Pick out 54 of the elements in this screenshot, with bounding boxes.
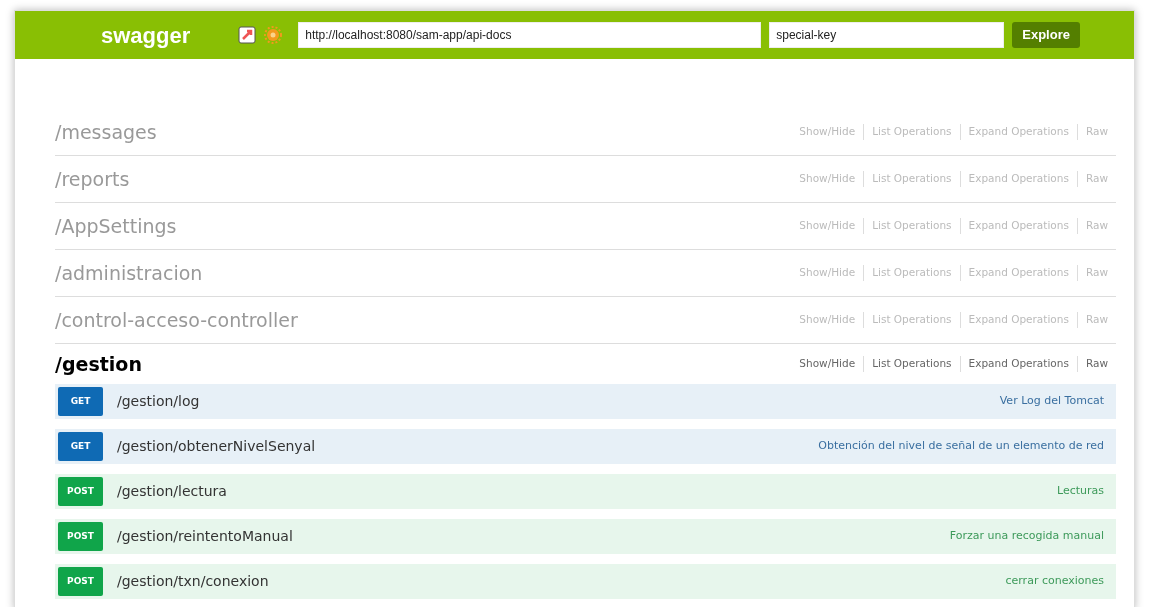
resource-link[interactable]: List Operations bbox=[863, 356, 960, 372]
resource-link[interactable]: Raw bbox=[1076, 356, 1116, 372]
resource-link[interactable]: List Operations bbox=[863, 171, 960, 187]
resource-link[interactable]: Show/Hide bbox=[791, 124, 864, 140]
operation-summary[interactable]: cerrar conexiones bbox=[1005, 573, 1104, 590]
operation-row[interactable]: GET /gestion/log Ver Log del Tomcat bbox=[55, 384, 1116, 419]
operation-path[interactable]: /gestion/log bbox=[117, 391, 200, 412]
resource-link[interactable]: Expand Operations bbox=[959, 312, 1077, 328]
operation-row[interactable]: POST /gestion/reintentoManual Forzar una recogida manual bbox=[55, 519, 1116, 554]
resource-link[interactable]: Expand Operations bbox=[959, 356, 1077, 372]
method-button[interactable]: POST bbox=[58, 522, 103, 551]
resource-link[interactable]: Expand Operations bbox=[959, 218, 1077, 234]
operation-path[interactable]: /gestion/txn/conexion bbox=[117, 571, 269, 592]
resource-heading[interactable]: /messages bbox=[55, 117, 157, 147]
resource-heading[interactable]: /reports bbox=[55, 164, 130, 194]
operation-path[interactable]: /gestion/lectura bbox=[117, 481, 227, 502]
operation-summary[interactable]: Obtención del nivel de señal de un elemento de red bbox=[818, 438, 1104, 455]
resource-heading[interactable]: /control-acceso-controller bbox=[55, 305, 298, 335]
resource-link[interactable]: Show/Hide bbox=[791, 171, 864, 187]
method-button[interactable]: POST bbox=[58, 567, 103, 596]
explore-button[interactable]: Explore bbox=[1012, 22, 1080, 48]
operation-summary[interactable]: Forzar una recogida manual bbox=[949, 528, 1104, 545]
resource-heading[interactable]: /AppSettings bbox=[55, 211, 177, 241]
method-button[interactable]: POST bbox=[58, 477, 103, 506]
method-button[interactable]: GET bbox=[58, 387, 103, 416]
resource-link[interactable]: Raw bbox=[1076, 171, 1116, 187]
resource-link[interactable]: Raw bbox=[1076, 312, 1116, 328]
resource-heading[interactable]: /administracion bbox=[55, 258, 203, 288]
resource-link[interactable]: Expand Operations bbox=[959, 265, 1077, 281]
operation-path[interactable]: /gestion/reintentoManual bbox=[117, 526, 293, 547]
resource-link[interactable]: List Operations bbox=[863, 265, 960, 281]
resource-link[interactable]: Expand Operations bbox=[959, 124, 1077, 140]
operation-row[interactable]: POST /gestion/txn/conexion cerrar conexiones bbox=[55, 564, 1116, 599]
logo[interactable]: swagger bbox=[101, 18, 191, 52]
resource-link[interactable]: Show/Hide bbox=[791, 312, 864, 328]
api-key-field[interactable]: special-key bbox=[769, 22, 1005, 48]
operation-summary[interactable]: Ver Log del Tomcat bbox=[999, 393, 1104, 410]
resource-link[interactable]: Raw bbox=[1076, 218, 1116, 234]
method-button[interactable]: GET bbox=[58, 432, 103, 461]
resource-link[interactable]: Show/Hide bbox=[791, 265, 864, 281]
resource-link[interactable]: Raw bbox=[1076, 124, 1116, 140]
resource-heading[interactable]: /gestion bbox=[55, 349, 142, 379]
resource-link[interactable]: Show/Hide bbox=[791, 218, 864, 234]
resource-link[interactable]: Expand Operations bbox=[959, 171, 1077, 187]
operation-path[interactable]: /gestion/obtenerNivelSenyal bbox=[117, 436, 316, 457]
operation-row[interactable]: POST /gestion/lectura Lecturas bbox=[55, 474, 1116, 509]
resource-link[interactable]: Raw bbox=[1076, 265, 1116, 281]
resource-link[interactable]: Show/Hide bbox=[791, 356, 864, 372]
operation-row[interactable]: GET /gestion/obtenerNivelSenyal Obtención del nivel de señal de un elemento de red bbox=[55, 429, 1116, 464]
operation-summary[interactable]: Lecturas bbox=[1056, 483, 1104, 500]
resource-link[interactable]: List Operations bbox=[863, 124, 960, 140]
resource-link[interactable]: List Operations bbox=[863, 218, 960, 234]
resource-link[interactable]: List Operations bbox=[863, 312, 960, 328]
url-field[interactable]: http://localhost:8080/sam-app/api-docs bbox=[298, 22, 762, 48]
